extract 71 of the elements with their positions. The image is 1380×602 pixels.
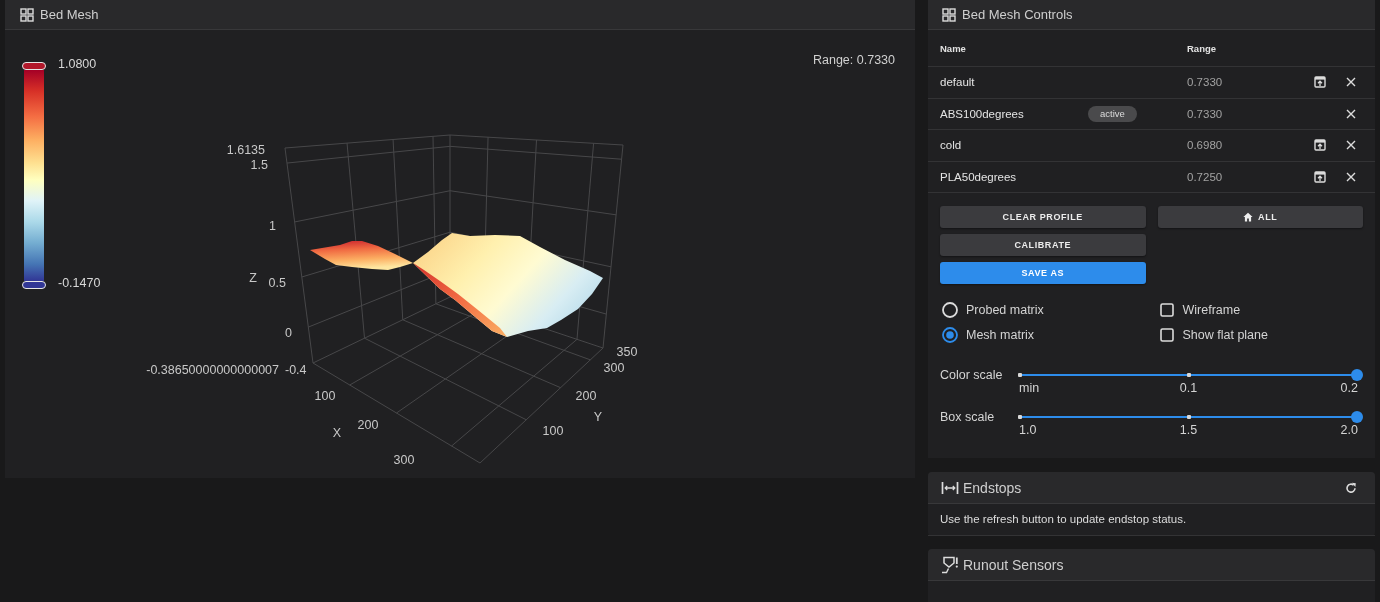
- tick-mark-icon: [1186, 415, 1191, 419]
- panel-title: Runout Sensors: [963, 556, 1064, 573]
- scale-min-label: -0.1470: [58, 276, 101, 290]
- box-arrow-up-icon[interactable]: [1314, 170, 1326, 183]
- slider-tick-label: 0.1: [1179, 381, 1198, 395]
- slider-label: Box scale: [940, 411, 995, 423]
- status-badge: active: [1088, 105, 1137, 122]
- slider-tick-label: 0.2: [1340, 381, 1358, 395]
- axis-tick-label: 100: [314, 389, 336, 403]
- slider-tick-label: 1.0: [1019, 423, 1037, 437]
- axis-tick-label: 100: [542, 424, 564, 438]
- axis-tick-label: 300: [393, 453, 415, 467]
- close-icon[interactable]: [1346, 140, 1356, 151]
- axis-tick-label: 1: [269, 219, 276, 233]
- axis-tick-label: 200: [357, 418, 379, 432]
- tick-mark-icon: [1186, 373, 1191, 377]
- axis-tick-label: 1.5: [250, 158, 268, 172]
- arrow-between-bars-icon: [941, 480, 959, 495]
- axis-tick-label: 1.6135: [226, 143, 265, 157]
- table-cell: 0.7330: [1187, 107, 1223, 120]
- close-icon[interactable]: [1346, 77, 1356, 88]
- range-handle[interactable]: [22, 281, 46, 289]
- column-header: Range: [1187, 42, 1217, 54]
- info-text: Use the refresh button to update endstop status.: [928, 504, 1375, 536]
- scale-max-label: 1.0800: [58, 57, 97, 71]
- slider-label: Color scale: [940, 369, 1003, 381]
- checkbox-option[interactable]: Wireframe: [1159, 297, 1241, 322]
- refresh-icon[interactable]: [1345, 481, 1357, 494]
- slider-tick-label: min: [1019, 381, 1040, 395]
- axis-title: Y: [593, 410, 603, 424]
- axis-tick-label: -0.4: [285, 363, 307, 377]
- home-icon: [1243, 212, 1254, 222]
- close-icon[interactable]: [1346, 171, 1356, 182]
- axis-tick-label: -0.38650000000000007: [146, 363, 279, 377]
- table-cell: 0.7330: [1187, 76, 1223, 89]
- table-cell: 0.6980: [1187, 139, 1223, 152]
- grid-icon: [942, 7, 956, 22]
- slider-tick-label: 2.0: [1340, 423, 1358, 437]
- range-label: Range: 0.7330: [813, 53, 895, 67]
- axis-title: X: [332, 426, 342, 440]
- box-arrow-up-icon[interactable]: [1314, 76, 1326, 89]
- panel-title: Endstops: [963, 479, 1022, 496]
- nozzle-alert-icon: [941, 555, 959, 574]
- table-cell: cold: [940, 139, 962, 152]
- axis-tick-label: 0: [285, 326, 292, 340]
- radio-option[interactable]: Probed matrix: [942, 297, 1044, 322]
- slider-thumb[interactable]: [1351, 411, 1363, 423]
- checkbox-option[interactable]: Show flat plane: [1159, 322, 1268, 347]
- tick-mark-icon: [1018, 373, 1022, 377]
- axis-tick-label: 0.5: [268, 276, 286, 290]
- column-header: Name: [940, 42, 966, 54]
- action-button[interactable]: ALL: [1157, 206, 1363, 228]
- slider-thumb[interactable]: [1351, 369, 1363, 381]
- radio-option[interactable]: Mesh matrix: [942, 322, 1035, 347]
- table-cell: PLA50degrees: [940, 170, 1017, 183]
- action-button[interactable]: CALIBRATE: [940, 234, 1146, 256]
- action-button[interactable]: CLEAR PROFILE: [940, 206, 1146, 228]
- grid-icon: [20, 7, 34, 22]
- panel-title: Bed Mesh Controls: [962, 6, 1073, 23]
- axis-tick-label: 350: [616, 345, 638, 359]
- table-cell: default: [940, 76, 975, 89]
- tick-mark-icon: [1018, 415, 1022, 419]
- axis-tick-label: 300: [603, 361, 625, 375]
- axis-tick-label: 200: [575, 389, 597, 403]
- panel-title: Bed Mesh: [40, 6, 99, 23]
- table-cell: 0.7250: [1187, 170, 1223, 183]
- slider-tick-label: 1.5: [1179, 423, 1198, 437]
- close-icon[interactable]: [1346, 108, 1356, 119]
- axis-title: Z: [249, 271, 257, 285]
- table-cell: ABS100degrees: [940, 107, 1024, 120]
- box-arrow-up-icon[interactable]: [1314, 139, 1326, 152]
